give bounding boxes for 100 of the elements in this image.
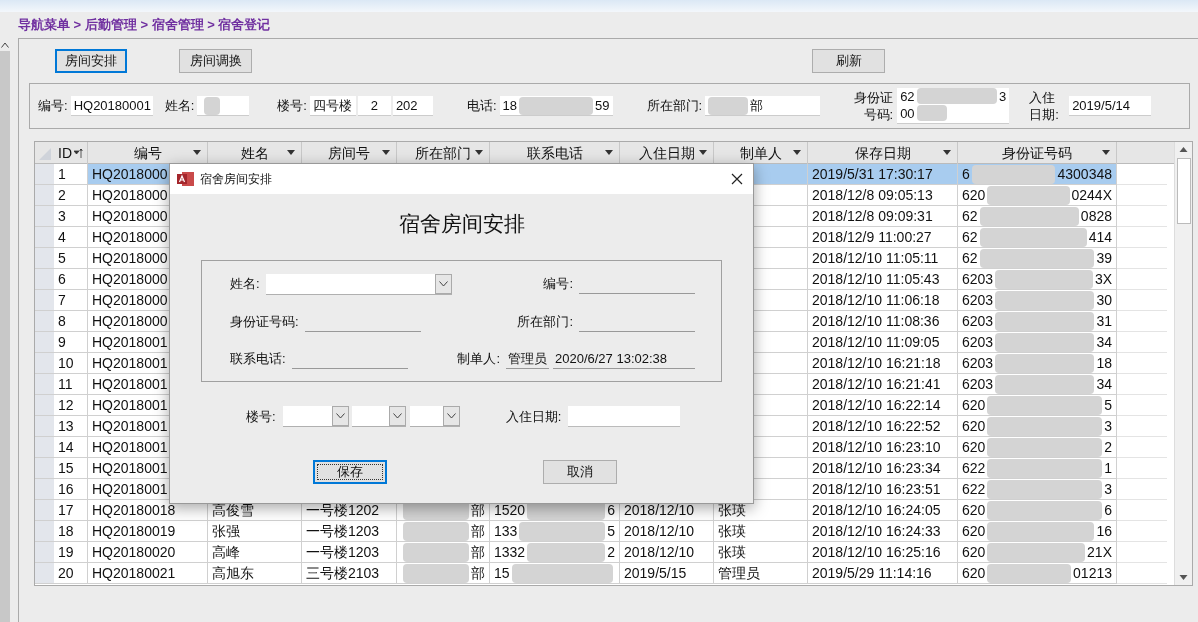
table-cell: 2018/12/10 16:21:41 [808, 374, 958, 395]
input-field[interactable]: 2020/6/27 13:02:38 [553, 348, 695, 369]
id-number-field[interactable]: 62 3 00 [897, 88, 1010, 124]
table-cell: 部 [397, 521, 490, 542]
row-selector[interactable] [35, 563, 54, 584]
table-cell: 张瑛 [714, 542, 808, 563]
app-icon [177, 171, 195, 187]
table-cell: 2018/12/8 09:09:31 [808, 206, 958, 227]
table-cell: 2018/12/10 16:23:34 [808, 458, 958, 479]
row-selector[interactable] [35, 164, 54, 185]
table-cell: 2018/12/10 16:24:33 [808, 521, 958, 542]
table-cell: 12 [54, 395, 88, 416]
table-cell: 2018/12/10 16:24:05 [808, 500, 958, 521]
row-selector[interactable] [35, 269, 54, 290]
table-cell: 6203 18 [958, 353, 1117, 374]
dropdown-arrow-icon [475, 150, 483, 155]
table-cell: 13 [54, 416, 88, 437]
building-field[interactable]: 四号楼 [309, 96, 356, 116]
phone-field[interactable]: 18 59 [499, 96, 613, 116]
dialog-button[interactable]: 保存 [313, 460, 387, 484]
table-cell: 4 [54, 227, 88, 248]
dialog-button[interactable]: 取消 [543, 460, 617, 484]
breadcrumb: 导航菜单 > 后勤管理 > 宿舍管理 > 宿舍登记 [18, 16, 272, 35]
dropdown-field[interactable] [282, 406, 349, 427]
table-cell: 2018/12/10 11:05:11 [808, 248, 958, 269]
table-cell: 2018/12/10 16:22:52 [808, 416, 958, 437]
blur-patch [403, 521, 469, 541]
table-cell: 2019/5/29 11:14:16 [808, 563, 958, 584]
toolbar-button[interactable]: 刷新 [812, 49, 885, 73]
row-selector[interactable] [35, 458, 54, 479]
table-cell: 一号楼1203 [302, 521, 397, 542]
table-cell: 15 [54, 458, 88, 479]
code-field[interactable]: HQ20180001 [70, 96, 153, 116]
row-selector[interactable] [35, 311, 54, 332]
table-cell: 11 [54, 374, 88, 395]
table-cell: 部 [397, 563, 490, 584]
table-cell: 2018/12/10 16:25:16 [808, 542, 958, 563]
department-field[interactable]: 部 [705, 96, 821, 116]
table-cell: 18 [54, 521, 88, 542]
table-cell: 高旭东 [208, 563, 302, 584]
vertical-scrollbar[interactable] [1174, 142, 1192, 585]
row-selector[interactable] [35, 185, 54, 206]
row-selector[interactable] [35, 290, 54, 311]
row-selector[interactable] [35, 374, 54, 395]
table-cell: 2018/12/8 09:05:13 [808, 185, 958, 206]
column-header[interactable]: ID [54, 142, 88, 164]
table-cell: HQ20180020 [88, 542, 208, 563]
row-selector[interactable] [35, 542, 54, 563]
row-selector[interactable] [35, 521, 54, 542]
row-selector[interactable] [35, 206, 54, 227]
dropdown-arrow-icon [1102, 150, 1110, 155]
table-cell: 620 01213 [958, 563, 1117, 584]
field-label: 所在部门: [517, 312, 573, 331]
table-cell: 高峰 [208, 542, 302, 563]
field-label: 编号: [38, 97, 68, 116]
toolbar-button[interactable]: 房间调换 [179, 49, 252, 73]
field-label: 所在部门: [646, 97, 703, 116]
table-cell: 2018/12/10 16:21:18 [808, 353, 958, 374]
close-icon[interactable] [731, 173, 743, 185]
table-cell: 620 21X [958, 542, 1117, 563]
blur-patch [708, 96, 749, 115]
row-selector[interactable] [35, 353, 54, 374]
check-in-date-field[interactable] [568, 406, 681, 427]
floor-field[interactable]: 2 [357, 96, 391, 116]
chevron-down-icon [438, 280, 448, 287]
check-in-date-field[interactable]: 2019/5/14 [1069, 96, 1152, 116]
dropdown-field[interactable] [409, 406, 460, 427]
room-field[interactable]: 202 [392, 96, 433, 116]
row-selector[interactable] [35, 479, 54, 500]
table-cell: 6203 30 [958, 290, 1117, 311]
table-cell: 62 0828 [958, 206, 1117, 227]
input-field[interactable]: 管理员 [506, 348, 549, 369]
dropdown-field[interactable] [265, 273, 452, 295]
table-cell: 14 [54, 437, 88, 458]
row-selector[interactable] [35, 332, 54, 353]
row-selector[interactable] [35, 248, 54, 269]
dropdown-field[interactable] [351, 406, 406, 427]
toolbar-button[interactable]: 房间安排 [55, 49, 127, 73]
table-cell: 2018/12/10 16:23:51 [808, 479, 958, 500]
field-label: 楼号: [246, 407, 276, 426]
dropdown-arrow-icon [793, 150, 801, 155]
field-label: 姓名: [164, 97, 195, 116]
row-selector[interactable] [35, 395, 54, 416]
caret-up-icon[interactable] [1, 42, 9, 48]
table-cell: 6203 34 [958, 374, 1117, 395]
name-field[interactable] [197, 96, 250, 116]
row-selector[interactable] [35, 416, 54, 437]
table-cell: 2018/12/10 11:08:36 [808, 311, 958, 332]
table-cell: 9 [54, 332, 88, 353]
row-selector[interactable] [35, 500, 54, 521]
row-selector[interactable] [35, 227, 54, 248]
blur-patch [403, 542, 469, 562]
chevron-down-icon [335, 413, 345, 419]
scrollbar-thumb[interactable] [1176, 158, 1191, 224]
table-cell: 62 39 [958, 248, 1117, 269]
table-cell: HQ20180019 [88, 521, 208, 542]
row-selector[interactable] [35, 437, 54, 458]
table-cell: 5 [54, 248, 88, 269]
table-cell: 三号楼2103 [302, 563, 397, 584]
field-label: 制单人: [457, 349, 500, 368]
